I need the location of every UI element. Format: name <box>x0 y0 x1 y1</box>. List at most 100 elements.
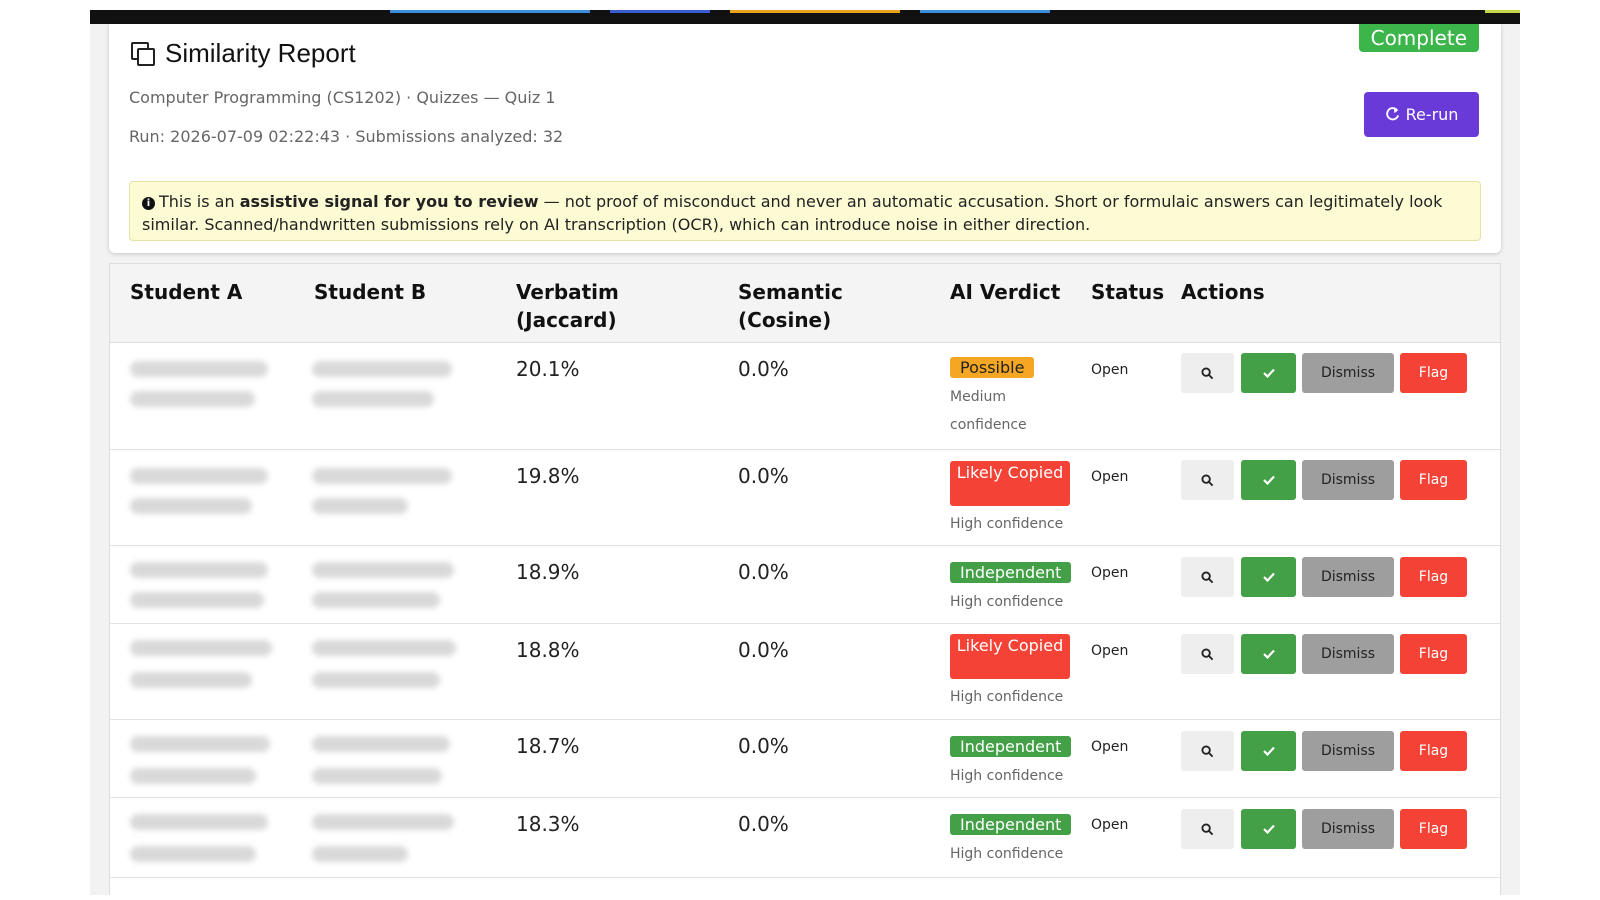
dismiss-button[interactable]: Dismiss <box>1302 731 1394 771</box>
semantic-score: 0.0% <box>738 464 789 488</box>
table-row: 20.1% 0.0% Possible Medium confidence Op… <box>110 343 1500 450</box>
status-text: Open <box>1091 643 1129 659</box>
verdict-badge: Independent <box>950 814 1072 835</box>
confidence-text: High confidence <box>950 594 1064 610</box>
status-text: Open <box>1091 362 1129 378</box>
view-button[interactable] <box>1181 460 1234 500</box>
student-a-id-redacted <box>130 498 252 514</box>
search-icon <box>1201 822 1214 835</box>
check-icon <box>1262 572 1275 582</box>
disclaimer-notice: i This is an assistive signal for you to … <box>129 181 1481 241</box>
verbatim-score: 18.9% <box>516 560 580 584</box>
rerun-button[interactable]: Re-run <box>1364 92 1479 137</box>
col-verdict: AI Verdict <box>950 280 1061 304</box>
flag-button[interactable]: Flag <box>1400 731 1467 771</box>
report-header-card: Similarity Report Computer Programming (… <box>109 24 1501 253</box>
verbatim-score: 20.1% <box>516 357 580 381</box>
top-bar <box>90 10 1520 24</box>
student-a-id-redacted <box>130 846 256 862</box>
title-row: Similarity Report <box>129 38 356 69</box>
notice-emphasis: assistive signal for you to review <box>239 192 539 211</box>
dismiss-button[interactable]: Dismiss <box>1302 353 1394 393</box>
verdict-badge: Likely Copied <box>950 461 1070 506</box>
student-b-id-redacted <box>312 391 434 407</box>
student-a-name-redacted <box>130 361 268 377</box>
student-a-name-redacted <box>130 736 270 752</box>
confidence-text: Medium confidence <box>950 389 1027 433</box>
rerun-label: Re-run <box>1405 105 1459 124</box>
flag-button[interactable]: Flag <box>1400 634 1467 674</box>
confidence-text: High confidence <box>950 768 1064 784</box>
table-row: 18.7% 0.0% Independent High confidence O… <box>110 720 1500 798</box>
confidence-text: High confidence <box>950 689 1064 705</box>
view-button[interactable] <box>1181 634 1234 674</box>
verdict-badge: Likely Copied <box>950 634 1070 679</box>
student-b-id-redacted <box>312 498 408 514</box>
confirm-button[interactable] <box>1241 557 1296 597</box>
status-text: Open <box>1091 817 1129 833</box>
student-a-name-redacted <box>130 814 268 830</box>
confirm-button[interactable] <box>1241 731 1296 771</box>
dismiss-button[interactable]: Dismiss <box>1302 634 1394 674</box>
verdict-badge: Independent <box>950 562 1072 583</box>
check-icon <box>1262 746 1275 756</box>
copy-icon <box>129 40 157 68</box>
verdict-badge: Independent <box>950 736 1072 757</box>
student-b-id-redacted <box>312 846 408 862</box>
student-a-name-redacted <box>130 562 268 578</box>
status-text: Open <box>1091 565 1129 581</box>
col-student-a: Student A <box>130 280 243 304</box>
dismiss-button[interactable]: Dismiss <box>1302 557 1394 597</box>
dismiss-button[interactable]: Dismiss <box>1302 460 1394 500</box>
status-text: Open <box>1091 739 1129 755</box>
confidence-text: High confidence <box>950 846 1064 862</box>
view-button[interactable] <box>1181 557 1234 597</box>
semantic-score: 0.0% <box>738 734 789 758</box>
student-b-name-redacted <box>312 814 454 830</box>
refresh-icon <box>1385 107 1399 121</box>
semantic-score: 0.0% <box>738 812 789 836</box>
semantic-score: 0.0% <box>738 560 789 584</box>
col-semantic: Semantic (Cosine) <box>738 280 843 332</box>
view-button[interactable] <box>1181 731 1234 771</box>
student-b-id-redacted <box>312 592 440 608</box>
flag-button[interactable]: Flag <box>1400 557 1467 597</box>
search-icon <box>1201 647 1214 660</box>
confirm-button[interactable] <box>1241 634 1296 674</box>
flag-button[interactable]: Flag <box>1400 353 1467 393</box>
app-window: Similarity Report Computer Programming (… <box>90 10 1520 895</box>
search-icon <box>1201 473 1214 486</box>
run-info: Run: 2026-07-09 02:22:43 · Submissions a… <box>129 127 564 146</box>
confirm-button[interactable] <box>1241 353 1296 393</box>
col-actions: Actions <box>1181 280 1265 304</box>
flag-button[interactable]: Flag <box>1400 460 1467 500</box>
student-a-name-redacted <box>130 468 268 484</box>
student-a-id-redacted <box>130 768 256 784</box>
search-icon <box>1201 744 1214 757</box>
view-button[interactable] <box>1181 809 1234 849</box>
table-row: 18.9% 0.0% Independent High confidence O… <box>110 546 1500 624</box>
confirm-button[interactable] <box>1241 809 1296 849</box>
page-title: Similarity Report <box>165 38 356 68</box>
semantic-score: 0.0% <box>738 357 789 381</box>
col-status: Status <box>1091 280 1165 304</box>
table-row: 19.8% 0.0% Likely Copied High confidence… <box>110 450 1500 546</box>
confidence-text: High confidence <box>950 516 1064 532</box>
check-icon <box>1262 475 1275 485</box>
verbatim-score: 18.7% <box>516 734 580 758</box>
search-icon <box>1201 570 1214 583</box>
status-text: Open <box>1091 469 1129 485</box>
verbatim-score: 18.3% <box>516 812 580 836</box>
course-line: Computer Programming (CS1202) · Quizzes … <box>129 88 556 107</box>
info-icon: i <box>142 197 155 210</box>
student-a-name-redacted <box>130 640 272 656</box>
confirm-button[interactable] <box>1241 460 1296 500</box>
check-icon <box>1262 824 1275 834</box>
verbatim-score: 18.8% <box>516 638 580 662</box>
similarity-table: Student A Student B Verbatim (Jaccard) S… <box>109 263 1501 895</box>
dismiss-button[interactable]: Dismiss <box>1302 809 1394 849</box>
student-a-id-redacted <box>130 391 255 407</box>
student-b-id-redacted <box>312 768 442 784</box>
flag-button[interactable]: Flag <box>1400 809 1467 849</box>
view-button[interactable] <box>1181 353 1234 393</box>
